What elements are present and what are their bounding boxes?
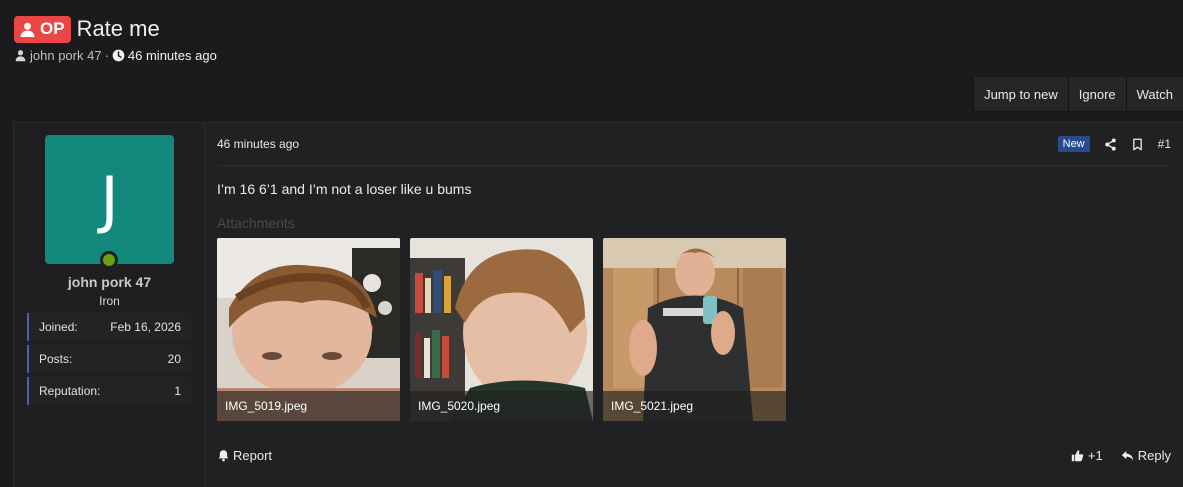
attachment-filename: IMG_5019.jpeg	[217, 391, 400, 421]
post-time-link[interactable]: 46 minutes ago	[217, 137, 299, 151]
reaction-count: +1	[1087, 447, 1103, 463]
bell-icon	[218, 449, 229, 461]
attachment-list: IMG_5019.jpeg IMG_5020.jpeg IMG_5021.jpe…	[217, 238, 786, 421]
avatar[interactable]: J	[45, 135, 174, 264]
stat-reputation: Reputation: 1	[27, 377, 191, 405]
thread-actions: Jump to new Ignore Watch	[973, 77, 1183, 112]
thread-page: OP Rate me john pork 47 · 46 minutes ago…	[0, 0, 1183, 487]
stat-label: Reputation:	[39, 384, 101, 398]
post-header: 46 minutes ago New #1	[217, 123, 1171, 166]
stat-value: Feb 16, 2026	[110, 320, 181, 334]
jump-to-new-button[interactable]: Jump to new	[973, 77, 1068, 112]
attachment-filename: IMG_5020.jpeg	[410, 391, 593, 421]
ignore-button[interactable]: Ignore	[1067, 77, 1126, 112]
report-button[interactable]: Report	[217, 448, 272, 463]
user-icon	[20, 22, 35, 37]
stat-posts: Posts: 20	[27, 345, 191, 373]
post-number-link[interactable]: #1	[1158, 137, 1171, 151]
stat-value: 1	[174, 384, 181, 398]
reply-button[interactable]: Reply	[1121, 448, 1171, 463]
reply-icon	[1121, 450, 1133, 460]
attachment-thumbnail[interactable]: IMG_5020.jpeg	[410, 238, 593, 421]
post-footer: Report +1 Reply	[217, 445, 1171, 465]
stat-label: Joined:	[39, 320, 78, 334]
user-stats: Joined: Feb 16, 2026 Posts: 20 Reputatio…	[27, 313, 191, 409]
post-tools: New #1	[1057, 136, 1171, 152]
post-body: I’m 16 6’1 and I’m not a loser like u bu…	[217, 181, 472, 197]
stat-value: 20	[167, 352, 181, 366]
like-button[interactable]: +1	[1071, 448, 1103, 463]
clock-icon	[112, 49, 125, 62]
attachment-thumbnail[interactable]: IMG_5021.jpeg	[603, 238, 786, 421]
post: J john pork 47 Iron Joined: Feb 16, 2026…	[13, 122, 1183, 487]
share-icon[interactable]	[1104, 137, 1117, 151]
post-footer-actions: +1 Reply	[1071, 448, 1171, 463]
title-row: OP Rate me	[14, 14, 217, 44]
stat-label: Posts:	[39, 352, 73, 366]
meta-separator: ·	[104, 48, 109, 63]
op-badge: OP	[14, 15, 71, 43]
thread-header: OP Rate me john pork 47 · 46 minutes ago	[14, 14, 217, 63]
attachment-thumbnail[interactable]: IMG_5019.jpeg	[217, 238, 400, 421]
post-user-panel: J john pork 47 Iron Joined: Feb 16, 2026…	[14, 123, 205, 487]
attachments-heading: Attachments	[217, 215, 295, 231]
thumbs-up-icon	[1071, 449, 1084, 461]
op-badge-label: OP	[40, 19, 65, 38]
user-rank: Iron	[99, 294, 120, 308]
reply-label: Reply	[1137, 447, 1171, 463]
bookmark-icon[interactable]	[1131, 138, 1144, 151]
report-label: Report	[233, 447, 273, 463]
online-status-indicator	[100, 251, 118, 269]
post-content: 46 minutes ago New #1 I’m 16 6’1 and I’m…	[205, 123, 1183, 487]
new-badge: New	[1057, 136, 1090, 152]
stat-joined: Joined: Feb 16, 2026	[27, 313, 191, 341]
thread-author-link[interactable]: john pork 47	[30, 48, 102, 63]
thread-time-link[interactable]: 46 minutes ago	[128, 48, 217, 63]
attachment-filename: IMG_5021.jpeg	[603, 391, 786, 421]
watch-button[interactable]: Watch	[1125, 77, 1183, 112]
thread-meta: john pork 47 · 46 minutes ago	[14, 48, 217, 63]
post-username[interactable]: john pork 47	[14, 274, 205, 290]
user-icon	[15, 50, 26, 62]
thread-title: Rate me	[76, 16, 160, 41]
